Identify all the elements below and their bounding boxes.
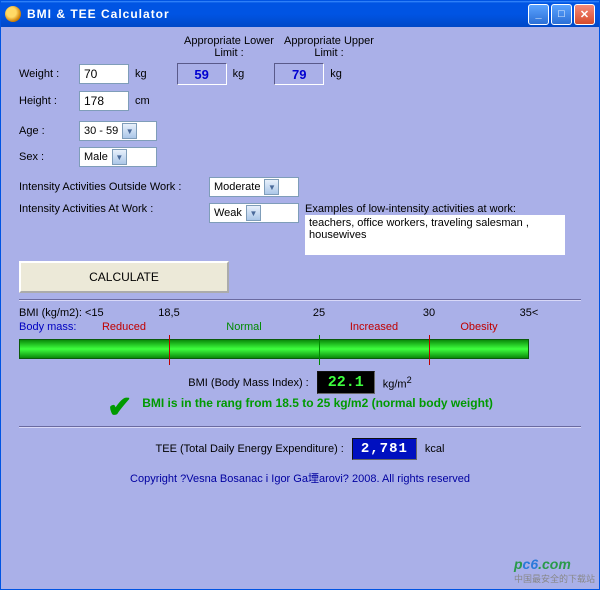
outside-activity-select[interactable]: Moderate ▼ [209,177,299,197]
outside-activity-row: Intensity Activities Outside Work : Mode… [19,177,581,197]
outside-activity-value: Moderate [214,181,260,193]
titlebar: BMI & TEE Calculator _ □ ✕ [1,1,599,27]
bmi-label: BMI (Body Mass Index) : [188,377,308,389]
cat-bodymass: Body mass: [19,321,76,333]
tick-35: 35< [520,307,539,319]
calculate-button[interactable]: CALCULATE [19,261,229,293]
cat-reduced: Reduced [102,321,146,333]
bmi-status-row: ✔ BMI is in the rang from 18.5 to 25 kg/… [19,396,581,420]
upper-limit-label: Appropriate Upper Limit : [279,35,379,59]
divider-25 [319,335,320,365]
maximize-button[interactable]: □ [551,4,572,25]
divider-185 [169,335,170,365]
weight-label: Weight : [19,68,79,80]
sex-value: Male [84,151,108,163]
bmi-bar [19,339,529,359]
cat-increased: Increased [350,321,398,333]
cat-obesity: Obesity [460,321,497,333]
limits-header: Appropriate Lower Limit : Appropriate Up… [179,35,581,59]
lower-limit-label: Appropriate Lower Limit : [179,35,279,59]
atwork-activity-value: Weak [214,207,242,219]
bmi-unit: kg/m2 [383,375,412,391]
outside-activity-label: Intensity Activities Outside Work : [19,181,209,193]
sex-row: Sex : Male ▼ [19,147,581,167]
tee-label: TEE (Total Daily Energy Expenditure) : [156,443,344,455]
atwork-activity-row: Intensity Activities At Work : Weak ▼ Ex… [19,203,581,255]
weight-input[interactable] [79,64,129,84]
client-area: Appropriate Lower Limit : Appropriate Up… [1,27,599,589]
atwork-activity-label: Intensity Activities At Work : [19,203,209,215]
upper-limit-value: 79 [274,63,324,85]
sex-label: Sex : [19,151,79,163]
chevron-down-icon: ▼ [264,179,279,195]
age-select[interactable]: 30 - 59 ▼ [79,121,157,141]
chevron-down-icon: ▼ [246,205,261,221]
height-unit: cm [135,95,150,107]
app-icon [5,6,21,22]
app-window: BMI & TEE Calculator _ □ ✕ Appropriate L… [0,0,600,590]
sex-select[interactable]: Male ▼ [79,147,157,167]
tee-row: TEE (Total Daily Energy Expenditure) : 2… [19,438,581,460]
divider-30 [429,335,430,365]
scale-header: BMI (kg/m2): <15 [19,307,104,319]
tee-value: 2,781 [352,438,417,460]
checkmark-icon: ✔ [107,396,132,420]
lower-limit-unit: kg [233,68,245,80]
tick-30: 30 [423,307,435,319]
age-value: 30 - 59 [84,125,118,137]
tick-185: 18,5 [158,307,179,319]
bmi-scale: BMI (kg/m2): <15 18,5 25 30 35< Body mas… [19,307,581,367]
chevron-down-icon: ▼ [112,149,127,165]
cat-normal: Normal [226,321,261,333]
bmi-value: 22.1 [317,371,375,394]
separator-2 [19,426,581,428]
weight-row: Weight : kg 59 kg 79 kg [19,63,581,85]
chevron-down-icon: ▼ [122,123,137,139]
tee-unit: kcal [425,443,445,455]
atwork-activity-select[interactable]: Weak ▼ [209,203,299,223]
window-buttons: _ □ ✕ [528,4,595,25]
close-button[interactable]: ✕ [574,4,595,25]
height-row: Height : cm [19,91,581,111]
examples-text: teachers, office workers, traveling sale… [305,215,565,255]
examples-label: Examples of low-intensity activities at … [305,203,565,215]
watermark: pc6.com 中国最安全的下载站 [514,556,595,585]
bmi-status-message: BMI is in the rang from 18.5 to 25 kg/m2… [142,396,493,410]
bmi-result-row: BMI (Body Mass Index) : 22.1 kg/m2 [19,371,581,394]
copyright: Copyright ?Vesna Bosanac i Igor Ga堙arovi… [19,470,581,486]
lower-limit-value: 59 [177,63,227,85]
tick-25: 25 [313,307,325,319]
age-row: Age : 30 - 59 ▼ [19,121,581,141]
separator [19,299,581,301]
height-input[interactable] [79,91,129,111]
window-title: BMI & TEE Calculator [27,7,528,21]
height-label: Height : [19,95,79,107]
age-label: Age : [19,125,79,137]
minimize-button[interactable]: _ [528,4,549,25]
upper-limit-unit: kg [330,68,342,80]
examples-block: Examples of low-intensity activities at … [299,203,565,255]
weight-unit: kg [135,68,147,80]
